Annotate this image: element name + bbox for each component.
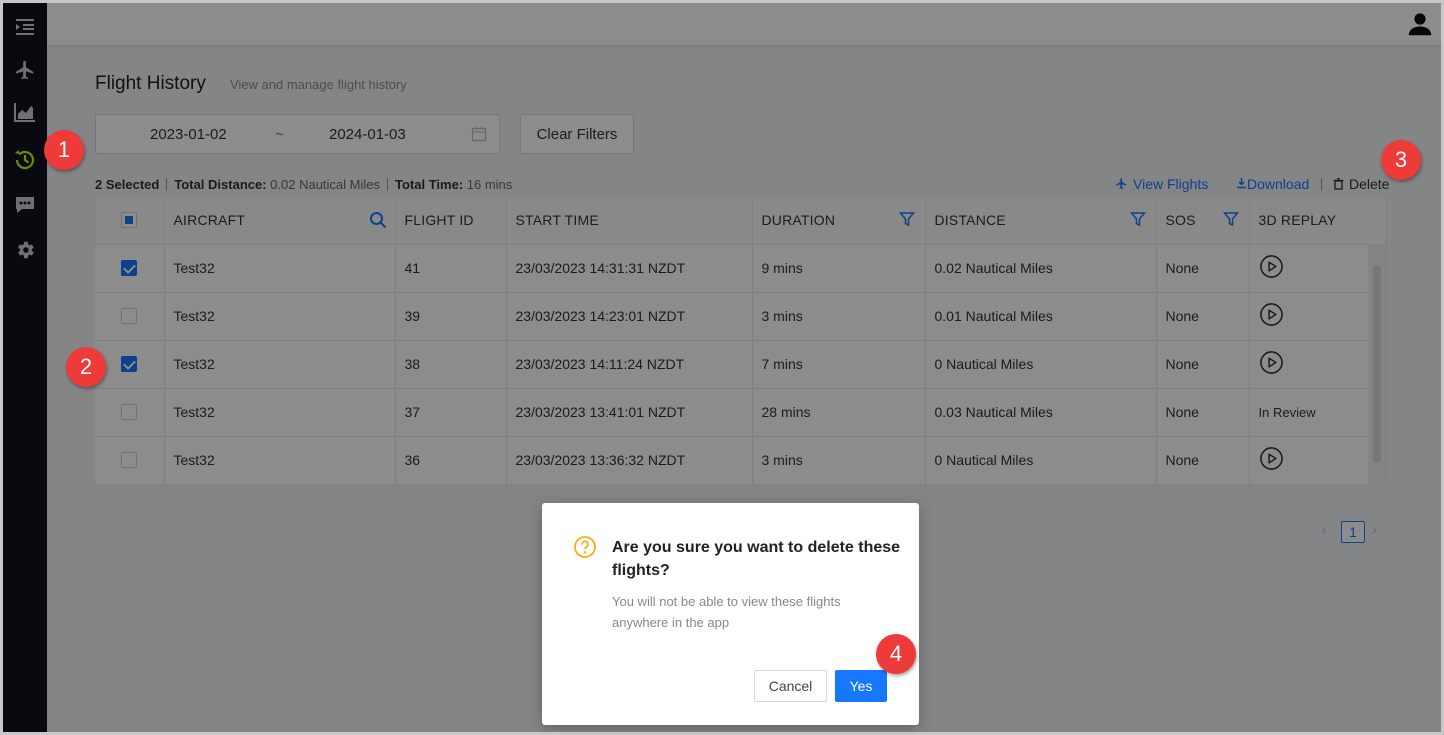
confirm-yes-button[interactable]: Yes	[835, 670, 887, 702]
cancel-button[interactable]: Cancel	[754, 670, 827, 702]
step-callout: 4	[876, 634, 916, 674]
step-callout: 3	[1381, 140, 1421, 180]
step-callout: 1	[44, 130, 84, 170]
delete-confirm-dialog: Are you sure you want to delete these fl…	[542, 503, 919, 725]
dialog-message: You will not be able to view these fligh…	[612, 594, 841, 630]
dialog-title: Are you sure you want to delete these fl…	[612, 539, 901, 579]
step-callout: 2	[66, 347, 106, 387]
question-circle-icon	[573, 535, 597, 559]
app-frame: Flight History View and manage flight hi…	[0, 0, 1444, 735]
